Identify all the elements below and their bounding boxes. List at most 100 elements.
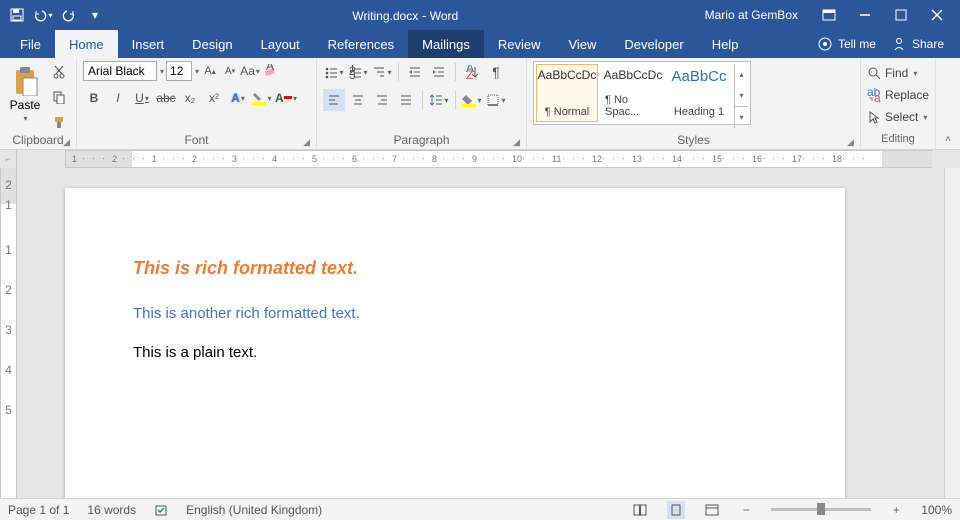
shading-button[interactable]: ▾ (461, 89, 483, 111)
highlight-icon (252, 91, 266, 105)
share-button[interactable]: Share (892, 37, 944, 51)
paste-button[interactable]: Paste ▾ (6, 61, 44, 127)
tab-review[interactable]: Review (484, 30, 555, 58)
clear-format-button[interactable]: A (261, 62, 279, 80)
save-button[interactable] (6, 4, 28, 26)
read-mode-button[interactable] (631, 501, 649, 519)
align-right-button[interactable] (371, 89, 393, 111)
word-count[interactable]: 16 words (87, 503, 136, 517)
styles-launcher[interactable]: ◢ (847, 137, 854, 148)
styles-gallery[interactable]: AaBbCcDc¶ Normal AaBbCcDc¶ No Spac... Aa… (533, 61, 751, 125)
change-case-button[interactable]: Aa▾ (241, 62, 259, 80)
print-layout-button[interactable] (667, 501, 685, 519)
italic-button[interactable]: I (107, 87, 129, 109)
justify-button[interactable] (395, 89, 417, 111)
show-marks-button[interactable]: ¶ (485, 61, 507, 83)
group-editing-label: Editing (867, 133, 929, 149)
minimize-button[interactable] (848, 1, 882, 29)
multilevel-button[interactable]: ▾ (371, 61, 393, 83)
vertical-ruler[interactable]: 2 1 1 2 3 4 5 (0, 168, 17, 498)
font-size-input[interactable] (166, 61, 192, 81)
styles-scroll[interactable]: ▴▾▾ (734, 64, 748, 128)
align-center-button[interactable] (347, 89, 369, 111)
bullets-button[interactable]: ▾ (323, 61, 345, 83)
tab-home[interactable]: Home (55, 30, 118, 58)
format-painter-button[interactable] (48, 111, 70, 133)
sort-button[interactable]: AZ (461, 61, 483, 83)
tab-design[interactable]: Design (178, 30, 246, 58)
superscript-button[interactable]: x² (203, 87, 225, 109)
group-clipboard: Paste ▾ Clipboard◢ (0, 58, 77, 149)
text-effects-button[interactable]: A▾ (227, 87, 249, 109)
subscript-button[interactable]: x₂ (179, 87, 201, 109)
decrease-indent-button[interactable] (404, 61, 426, 83)
replace-icon: abac (867, 88, 881, 102)
horizontal-ruler[interactable]: 1···2···1···2···3···4···5···6···7···8···… (65, 150, 932, 168)
bold-button[interactable]: B (83, 87, 105, 109)
ribbon-display-button[interactable] (812, 1, 846, 29)
zoom-level[interactable]: 100% (921, 503, 952, 517)
paragraph-launcher[interactable]: ◢ (513, 137, 520, 148)
font-launcher[interactable]: ◢ (303, 137, 310, 148)
style-heading-1[interactable]: AaBbCcHeading 1 (668, 64, 730, 122)
numbering-button[interactable]: 123▾ (347, 61, 369, 83)
shrink-font-button[interactable]: A▾ (221, 62, 239, 80)
bucket-icon (462, 93, 476, 107)
select-button[interactable]: Select▾ (867, 107, 929, 127)
line-spacing-button[interactable]: ▾ (428, 89, 450, 111)
cut-button[interactable] (48, 61, 70, 83)
tab-view[interactable]: View (554, 30, 610, 58)
align-left-button[interactable] (323, 89, 345, 111)
text-line-3[interactable]: This is a plain text. (133, 344, 777, 361)
grow-font-button[interactable]: A▴ (201, 62, 219, 80)
close-button[interactable] (920, 1, 954, 29)
tab-developer[interactable]: Developer (610, 30, 697, 58)
undo-button[interactable]: ▾ (32, 4, 54, 26)
group-editing: Find▾ abacReplace Select▾ Editing (861, 58, 936, 149)
tell-me-button[interactable]: Tell me (818, 37, 876, 51)
tab-insert[interactable]: Insert (118, 30, 179, 58)
clipboard-launcher[interactable]: ◢ (63, 137, 70, 148)
maximize-button[interactable] (884, 1, 918, 29)
highlight-button[interactable]: ▾ (251, 87, 273, 109)
page-indicator[interactable]: Page 1 of 1 (8, 503, 69, 517)
status-bar: Page 1 of 1 16 words English (United Kin… (0, 498, 960, 520)
font-name-dropdown[interactable]: ▾ (160, 67, 164, 76)
vertical-scrollbar[interactable] (944, 168, 960, 498)
style-normal[interactable]: AaBbCcDc¶ Normal (536, 64, 598, 122)
zoom-out-button[interactable]: − (739, 503, 753, 517)
find-button[interactable]: Find▾ (867, 63, 929, 83)
spellcheck-button[interactable] (154, 503, 168, 517)
group-font: ▾ ▾ A▴ A▾ Aa▾ A B I U▾ abc x₂ x² A▾ ▾ A▾… (77, 58, 317, 149)
qat-customize-button[interactable]: ▾ (84, 4, 106, 26)
font-name-input[interactable] (83, 61, 157, 81)
font-color-button[interactable]: A▾ (275, 87, 297, 109)
copy-button[interactable] (48, 86, 70, 108)
redo-button[interactable] (58, 4, 80, 26)
collapse-ribbon-button[interactable]: ˄ (936, 58, 960, 149)
tab-references[interactable]: References (314, 30, 408, 58)
group-font-label: Font◢ (83, 133, 310, 149)
paste-label: Paste (10, 98, 41, 112)
group-styles-label: Styles◢ (533, 133, 854, 149)
tab-help[interactable]: Help (698, 30, 753, 58)
underline-button[interactable]: U▾ (131, 87, 153, 109)
web-layout-button[interactable] (703, 501, 721, 519)
tab-mailings[interactable]: Mailings (408, 30, 484, 58)
replace-button[interactable]: abacReplace (867, 85, 929, 105)
language-indicator[interactable]: English (United Kingdom) (186, 503, 322, 517)
document-canvas[interactable]: This is rich formatted text. This is ano… (17, 168, 944, 498)
tab-layout[interactable]: Layout (247, 30, 314, 58)
font-size-dropdown[interactable]: ▾ (195, 67, 199, 76)
borders-button[interactable]: ▾ (485, 89, 507, 111)
increase-indent-button[interactable] (428, 61, 450, 83)
window-title: Writing.docx - Word (106, 8, 705, 23)
zoom-slider[interactable] (771, 508, 871, 511)
brush-icon (52, 115, 66, 129)
strike-button[interactable]: abc (155, 87, 177, 109)
text-line-1[interactable]: This is rich formatted text. (133, 258, 777, 279)
text-line-2[interactable]: This is another rich formatted text. (133, 305, 777, 322)
style-no-spacing[interactable]: AaBbCcDc¶ No Spac... (602, 64, 664, 122)
zoom-in-button[interactable]: + (889, 503, 903, 517)
tab-file[interactable]: File (6, 30, 55, 58)
